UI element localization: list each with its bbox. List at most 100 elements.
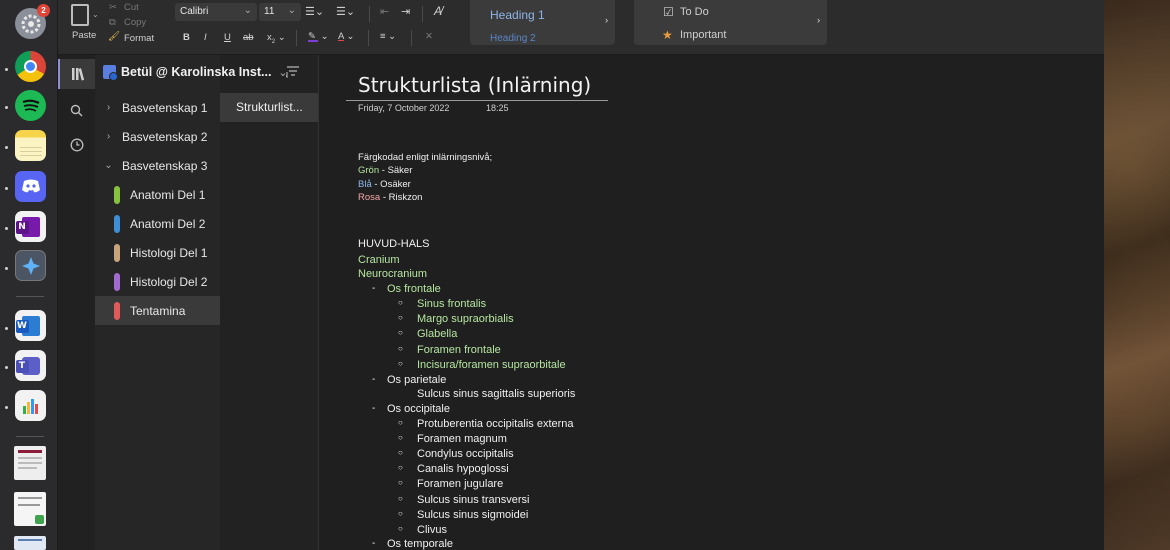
clipboard-icon bbox=[71, 4, 89, 26]
subitem[interactable]: Canalis hypoglossi bbox=[417, 463, 509, 475]
document-thumbnail[interactable] bbox=[14, 536, 46, 550]
subitem[interactable]: Sulcus sinus sigmoidei bbox=[417, 509, 528, 521]
section-tentamina[interactable]: Tentamina bbox=[95, 296, 220, 325]
subitem[interactable]: Protuberentia occipitalis externa bbox=[417, 418, 574, 430]
legend-line-green[interactable]: Grön - Säker bbox=[358, 165, 412, 176]
chevron-right-icon[interactable]: › bbox=[605, 15, 608, 26]
cut-button[interactable]: Cut bbox=[124, 2, 139, 13]
dash-bullet: - bbox=[372, 374, 376, 385]
underline-button[interactable]: U bbox=[224, 32, 231, 43]
section-color-tab bbox=[114, 214, 120, 233]
strikethrough-button[interactable]: ab bbox=[243, 32, 254, 43]
subitem[interactable]: Sulcus sinus transversi bbox=[417, 494, 530, 506]
teams-icon[interactable]: T bbox=[15, 350, 46, 381]
format-painter-icon[interactable]: 🖌 bbox=[108, 31, 120, 42]
discord-icon[interactable] bbox=[15, 171, 46, 202]
recent-clock-icon[interactable] bbox=[58, 130, 95, 160]
subitem[interactable]: Incisura/foramen supraorbitale bbox=[417, 359, 566, 371]
subitem[interactable]: Clivus bbox=[417, 524, 447, 536]
notes-icon[interactable] bbox=[15, 130, 46, 161]
legend-color-word: Rosa bbox=[358, 192, 381, 203]
subitem[interactable]: Foramen frontale bbox=[417, 344, 501, 356]
font-name-select[interactable]: Calibri ⌄ bbox=[175, 3, 257, 21]
search-icon[interactable] bbox=[58, 95, 95, 125]
increase-indent-icon[interactable]: ⇥ bbox=[401, 5, 410, 18]
section-anatomi-del-1[interactable]: Anatomi Del 1 bbox=[95, 180, 220, 209]
word-icon[interactable]: W bbox=[15, 310, 46, 341]
system-preferences-icon[interactable]: 2 bbox=[15, 4, 50, 39]
copy-button[interactable]: Copy bbox=[124, 17, 146, 28]
subscript-button[interactable]: x2 ⌄ bbox=[267, 32, 286, 45]
legend-meaning: - Osäker bbox=[371, 179, 411, 190]
document-thumbnail[interactable] bbox=[14, 446, 46, 480]
item-os-frontale[interactable]: Os frontale bbox=[387, 283, 441, 295]
tag-to-do[interactable]: To Do bbox=[680, 6, 709, 18]
tags-gallery[interactable]: ☑ To Do ★ Important › bbox=[634, 0, 827, 45]
chevron-down-icon: ⌄ bbox=[243, 5, 252, 16]
spotify-icon[interactable] bbox=[15, 90, 46, 121]
style-heading-2[interactable]: Heading 2 bbox=[490, 33, 536, 44]
section-color-tab bbox=[114, 243, 120, 262]
bold-button[interactable]: B bbox=[183, 32, 190, 43]
item-os-parietale[interactable]: Os parietale bbox=[387, 374, 446, 386]
item-os-temporale[interactable]: Os temporale bbox=[387, 538, 453, 550]
navigation-rail bbox=[58, 55, 95, 550]
section-group-basvetenskap-2[interactable]: › Basvetenskap 2 bbox=[95, 122, 220, 151]
subitem[interactable]: Sulcus sinus sagittalis superioris bbox=[417, 388, 575, 400]
paste-button[interactable]: ⌄ Paste bbox=[68, 2, 104, 42]
text-cranium[interactable]: Cranium bbox=[358, 254, 400, 266]
italic-button[interactable]: I bbox=[204, 32, 207, 43]
chevron-right-icon[interactable]: › bbox=[817, 15, 820, 26]
font-size-select[interactable]: 11 ⌄ bbox=[259, 3, 301, 21]
text-neurocranium[interactable]: Neurocranium bbox=[358, 268, 427, 280]
subitem[interactable]: Foramen jugulare bbox=[417, 478, 503, 490]
numbered-list-icon[interactable]: ☰⌄ bbox=[336, 5, 355, 18]
notebook-picker[interactable]: Betül @ Karolinska Inst... ⌄ bbox=[103, 65, 288, 81]
section-color-tab bbox=[114, 185, 120, 204]
running-indicator bbox=[5, 68, 8, 71]
clear-formatting-icon[interactable]: A̸ bbox=[434, 4, 442, 18]
align-icon[interactable]: ≡ ⌄ bbox=[380, 31, 396, 42]
styles-gallery[interactable]: Heading 1 Heading 2 › bbox=[470, 0, 615, 45]
style-heading-1[interactable]: Heading 1 bbox=[490, 8, 545, 22]
tag-important[interactable]: Important bbox=[680, 29, 726, 41]
cut-icon[interactable]: ✂ bbox=[109, 2, 117, 13]
subitem[interactable]: Glabella bbox=[417, 328, 457, 340]
heading-huvud-hals[interactable]: HUVUD-HALS bbox=[358, 238, 430, 250]
onenote-icon[interactable]: N bbox=[15, 211, 46, 242]
dash-bullet: - bbox=[372, 538, 376, 549]
section-histologi-del-1[interactable]: Histologi Del 1 bbox=[95, 238, 220, 267]
delete-icon[interactable]: ✕ bbox=[425, 31, 433, 42]
page-title[interactable]: Strukturlista (Inlärning) bbox=[358, 73, 591, 97]
subitem[interactable]: Margo supraorbialis bbox=[417, 313, 514, 325]
sort-icon[interactable] bbox=[284, 65, 300, 81]
document-thumbnail[interactable] bbox=[14, 492, 46, 526]
subitem[interactable]: Foramen magnum bbox=[417, 433, 507, 445]
legend-line-blue[interactable]: Blå - Osäker bbox=[358, 179, 411, 190]
notebooks-icon[interactable] bbox=[58, 59, 95, 89]
circle-bullet: ○ bbox=[398, 478, 403, 487]
legend-line-pink[interactable]: Rosa - Riskzon bbox=[358, 192, 422, 203]
section-group-basvetenskap-1[interactable]: › Basvetenskap 1 bbox=[95, 93, 220, 122]
bullet-list-icon[interactable]: ☰⌄ bbox=[305, 5, 324, 18]
dock-separator bbox=[16, 296, 44, 297]
intro-text[interactable]: Färgkodad enligt inlärningsnivå; bbox=[358, 152, 492, 163]
numbers-icon[interactable] bbox=[15, 390, 46, 421]
font-name-value: Calibri bbox=[180, 6, 209, 17]
section-histologi-del-2[interactable]: Histologi Del 2 bbox=[95, 267, 220, 296]
item-os-occipitale[interactable]: Os occipitale bbox=[387, 403, 450, 415]
section-group-label: Basvetenskap 3 bbox=[122, 158, 208, 173]
copy-icon[interactable]: ⧉ bbox=[109, 17, 116, 28]
subitem[interactable]: Sinus frontalis bbox=[417, 298, 486, 310]
section-anatomi-del-2[interactable]: Anatomi Del 2 bbox=[95, 209, 220, 238]
format-painter-button[interactable]: Format bbox=[124, 33, 154, 44]
chrome-icon[interactable] bbox=[15, 51, 46, 82]
highlight-color-button[interactable]: ✎ ⌄ bbox=[307, 31, 329, 42]
page-item-strukturlista[interactable]: Strukturlist... bbox=[220, 93, 318, 122]
subitem[interactable]: Condylus occipitalis bbox=[417, 448, 514, 460]
section-group-basvetenskap-3[interactable]: ⌄ Basvetenskap 3 bbox=[95, 151, 220, 180]
sparkle-app-icon[interactable] bbox=[15, 250, 46, 281]
decrease-indent-icon[interactable]: ⇤ bbox=[380, 5, 389, 18]
font-color-button[interactable]: A ⌄ bbox=[338, 31, 354, 42]
section-label: Anatomi Del 2 bbox=[130, 216, 206, 231]
